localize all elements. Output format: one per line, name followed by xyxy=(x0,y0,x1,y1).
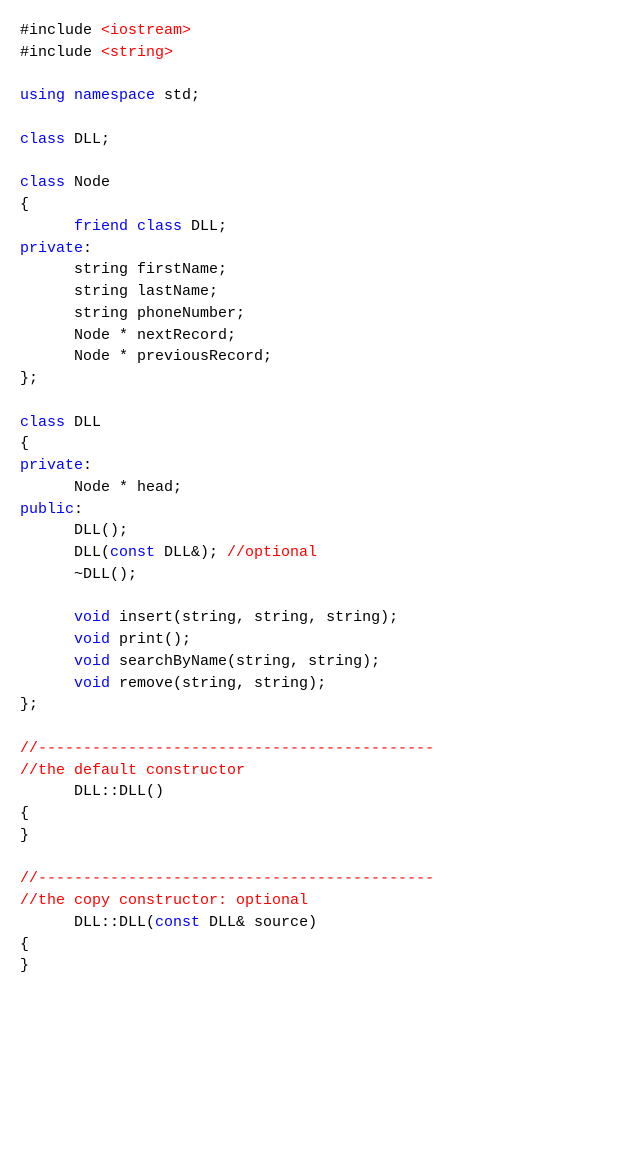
line-22: Node * head; xyxy=(20,479,182,496)
line-20: { xyxy=(20,435,29,452)
line-38: } xyxy=(20,827,29,844)
line-6: class DLL; xyxy=(20,131,110,148)
line-29: void print(); xyxy=(20,631,191,648)
line-43: { xyxy=(20,936,29,953)
line-9: { xyxy=(20,196,29,213)
line-26: ~DLL(); xyxy=(20,566,137,583)
line-11: private: xyxy=(20,240,92,257)
line-4: using namespace std; xyxy=(20,87,200,104)
line-19: class DLL xyxy=(20,414,101,431)
line-34: //--------------------------------------… xyxy=(20,740,434,757)
line-28: void insert(string, string, string); xyxy=(20,609,398,626)
line-1: #include <iostream> xyxy=(20,22,191,39)
line-12: string firstName; xyxy=(20,261,227,278)
line-15: Node * nextRecord; xyxy=(20,327,236,344)
line-13: string lastName; xyxy=(20,283,218,300)
line-37: { xyxy=(20,805,29,822)
line-44: } xyxy=(20,957,29,974)
line-30: void searchByName(string, string); xyxy=(20,653,380,670)
line-14: string phoneNumber; xyxy=(20,305,245,322)
code-block: #include <iostream> #include <string> us… xyxy=(20,20,604,977)
line-23: public: xyxy=(20,501,83,518)
line-21: private: xyxy=(20,457,92,474)
line-32: }; xyxy=(20,696,38,713)
line-42: DLL::DLL(const DLL& source) xyxy=(20,914,317,931)
line-31: void remove(string, string); xyxy=(20,675,326,692)
line-17: }; xyxy=(20,370,38,387)
line-25: DLL(const DLL&); //optional xyxy=(20,544,317,561)
line-10: friend class DLL; xyxy=(20,218,227,235)
line-36: DLL::DLL() xyxy=(20,783,164,800)
line-8: class Node xyxy=(20,174,110,191)
line-35: //the default constructor xyxy=(20,762,245,779)
line-24: DLL(); xyxy=(20,522,128,539)
line-40: //--------------------------------------… xyxy=(20,870,434,887)
line-2: #include <string> xyxy=(20,44,173,61)
line-16: Node * previousRecord; xyxy=(20,348,272,365)
line-41: //the copy constructor: optional xyxy=(20,892,308,909)
